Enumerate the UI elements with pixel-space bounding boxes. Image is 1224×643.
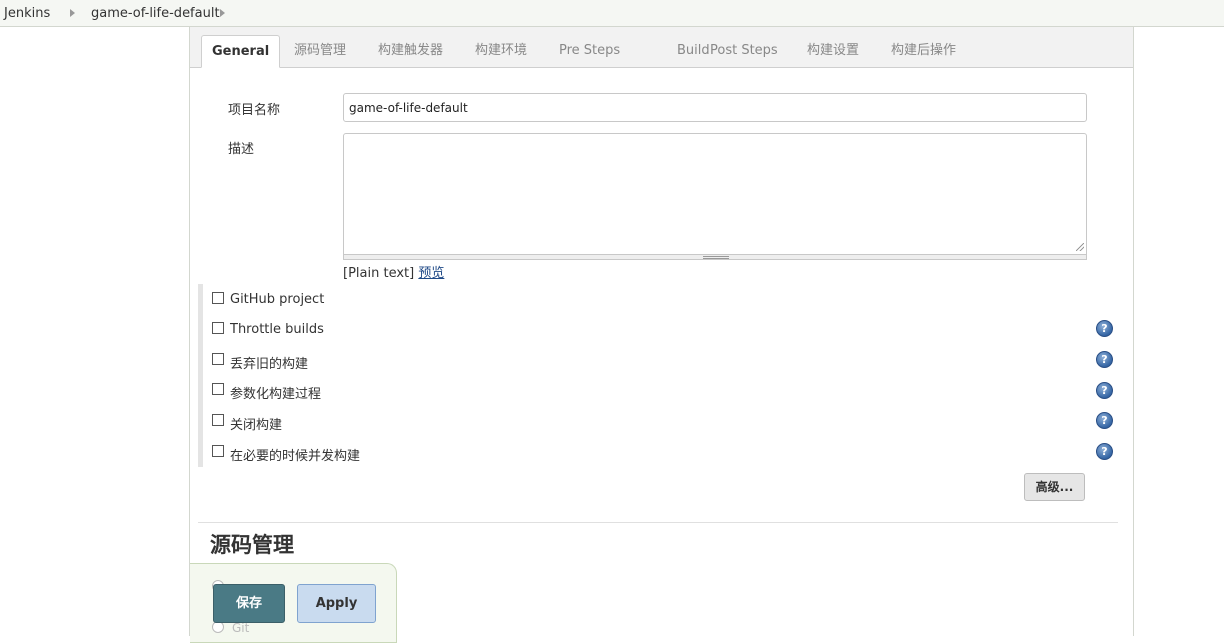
- tab-build-environment[interactable]: 构建环境: [465, 35, 537, 68]
- help-icon[interactable]: ?: [1096, 351, 1113, 368]
- option-label: Throttle builds: [230, 322, 324, 337]
- options-group-bar: [198, 284, 203, 467]
- github-project-checkbox[interactable]: [212, 292, 224, 304]
- option-label: 关闭构建: [230, 418, 283, 433]
- chevron-right-icon: [70, 9, 75, 17]
- tab-post-steps[interactable]: Post Steps: [700, 35, 788, 68]
- description-label: 描述: [228, 142, 255, 157]
- project-name-input[interactable]: [343, 93, 1087, 122]
- disable-build-checkbox[interactable]: [212, 414, 224, 426]
- help-icon[interactable]: ?: [1096, 320, 1113, 337]
- tab-pre-steps[interactable]: Pre Steps: [549, 35, 630, 68]
- apply-button[interactable]: Apply: [297, 584, 376, 623]
- grip-lines-icon: [703, 256, 729, 259]
- config-panel: General 源码管理 构建触发器 构建环境 Pre Steps Build …: [189, 27, 1134, 643]
- help-icon[interactable]: ?: [1096, 412, 1113, 429]
- tab-build-triggers[interactable]: 构建触发器: [368, 35, 453, 68]
- option-label: 参数化构建过程: [230, 387, 322, 402]
- option-label: 丢弃旧的构建: [230, 357, 309, 372]
- chevron-right-icon[interactable]: [220, 9, 225, 17]
- preview-link[interactable]: 预览: [418, 266, 444, 281]
- help-icon[interactable]: ?: [1096, 382, 1113, 399]
- markup-format-note: [Plain text] 预览: [343, 262, 444, 281]
- concurrent-builds-checkbox[interactable]: [212, 445, 224, 457]
- option-label: 在必要的时候并发构建: [230, 449, 361, 464]
- description-textarea[interactable]: [343, 133, 1087, 255]
- parameterized-build-checkbox[interactable]: [212, 383, 224, 395]
- scm-git-label: Git: [232, 621, 250, 635]
- tab-post-build-actions[interactable]: 构建后操作: [881, 35, 966, 68]
- config-tabbar: General 源码管理 构建触发器 构建环境 Pre Steps Build …: [190, 27, 1133, 68]
- breadcrumb-item-project[interactable]: game-of-life-default: [91, 6, 220, 21]
- breadcrumb: Jenkins game-of-life-default: [0, 0, 1224, 27]
- markup-format-label: [Plain text]: [343, 266, 415, 281]
- scm-section-title: 源码管理: [210, 533, 294, 557]
- advanced-button[interactable]: 高级...: [1024, 473, 1085, 501]
- discard-old-builds-checkbox[interactable]: [212, 353, 224, 365]
- option-label: GitHub project: [230, 292, 325, 307]
- tab-build-settings[interactable]: 构建设置: [797, 35, 869, 68]
- resize-grip-icon[interactable]: [1076, 243, 1084, 251]
- textarea-resize-handle[interactable]: [343, 255, 1087, 260]
- throttle-builds-checkbox[interactable]: [212, 322, 224, 334]
- tab-general[interactable]: General: [201, 35, 281, 68]
- help-icon[interactable]: ?: [1096, 443, 1113, 460]
- save-button[interactable]: 保存: [213, 584, 285, 623]
- project-name-label: 项目名称: [228, 103, 281, 118]
- section-divider: [198, 522, 1118, 523]
- tab-source-code-management[interactable]: 源码管理: [284, 35, 356, 68]
- breadcrumb-item-jenkins[interactable]: Jenkins: [4, 6, 50, 21]
